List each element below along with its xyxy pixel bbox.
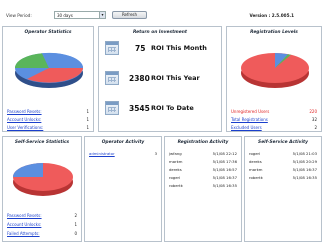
operator-statistics-panel: Operator Statistics Password Resets: 1 A… (2, 26, 94, 132)
self-service-stat-row[interactable]: Password Resets: 2 (7, 213, 77, 219)
self-service-stat-label[interactable]: Failed Attempts: (7, 231, 40, 236)
operator-stat-label[interactable]: Password Resets: (7, 109, 42, 114)
self-service-activity-row: markm 5/1/08 16:37 (249, 167, 317, 173)
roi-value: 75 (135, 44, 146, 53)
self-service-activity-row: robertk 5/1/08 16:35 (249, 175, 317, 181)
self-service-activity-time: 5/1/08 16:35 (292, 175, 317, 180)
self-service-activity-time: 5/1/08 20:29 (292, 159, 317, 164)
registration-activity-title: Registration Activity (177, 140, 229, 145)
operator-stat-row[interactable]: Password Resets: 1 (7, 109, 89, 115)
self-service-statistics-title: Self-Service Statistics (14, 140, 70, 145)
pie-slice-blue (13, 163, 43, 177)
registration-level-row[interactable]: Total Registrations 32 (231, 117, 317, 123)
roi-panel: Return on Investment 75 ROI This Month 2… (98, 26, 222, 132)
roi-row: 75 ROI This Month (105, 41, 223, 57)
registration-activity-time: 5/1/08 22:12 (212, 151, 237, 156)
registration-level-label[interactable]: Excluded Users (231, 125, 262, 130)
self-service-activity-title: Self-Service Activity (258, 140, 308, 145)
registration-activity-row: dereks 5/1/08 16:57 (169, 167, 237, 173)
registration-level-row[interactable]: Excluded Users 2 (231, 125, 317, 131)
chevron-down-icon[interactable]: ▾ (99, 12, 105, 18)
calendar-icon (105, 41, 119, 55)
view-period-select[interactable]: 30 days ▾ (54, 11, 106, 19)
roi-row: 3545 ROI To Date (105, 101, 223, 117)
roi-label: ROI To Date (151, 104, 194, 112)
self-service-activity-user: dereks (249, 159, 262, 164)
registration-activity-time: 5/1/08 16:37 (212, 175, 237, 180)
operator-activity-value: 3 (154, 151, 157, 156)
view-period-label: View Period: (6, 13, 32, 18)
self-service-statistics-panel: Self-Service Statistics Password Resets:… (2, 136, 82, 242)
roi-title: Return on Investment (133, 30, 187, 35)
registration-activity-user: markm (169, 159, 183, 164)
operator-activity-panel: Operator Activity administrator 3 (84, 136, 162, 242)
self-service-activity-time: 5/1/08 16:37 (292, 167, 317, 172)
registration-activity-user: robertk (169, 183, 183, 188)
operator-statistics-pie (14, 52, 84, 88)
registration-activity-user: rogerl (169, 175, 181, 180)
registration-activity-row: robertk 5/1/08 16:35 (169, 183, 237, 189)
view-period-value: 30 days (57, 13, 73, 18)
operator-stat-value: 1 (86, 125, 89, 130)
calendar-icon (105, 101, 119, 115)
self-service-activity-row: dereks 5/1/08 20:29 (249, 159, 317, 165)
operator-activity-user[interactable]: administrator (89, 151, 115, 156)
registration-level-value: 2 (314, 125, 317, 130)
self-service-stat-label[interactable]: Account Unlocks: (7, 222, 41, 227)
operator-stat-label[interactable]: User Verifications: (7, 125, 43, 130)
registration-levels-pie (241, 53, 309, 88)
operator-activity-row[interactable]: administrator 3 (89, 151, 157, 157)
operator-statistics-title: Operator Statistics (24, 30, 72, 35)
registration-activity-time: 5/1/08 17:36 (212, 159, 237, 164)
operator-stat-value: 1 (86, 117, 89, 122)
registration-levels-title: Registration Levels (250, 30, 298, 35)
self-service-activity-row: rogerl 5/1/08 21:03 (249, 151, 317, 157)
operator-stat-value: 1 (86, 109, 89, 114)
registration-level-label[interactable]: Total Registrations (231, 117, 268, 122)
registration-activity-user: jwfang (169, 151, 182, 156)
registration-level-label[interactable]: Unregistered Users (231, 109, 269, 114)
self-service-stat-row[interactable]: Failed Attempts: 0 (7, 231, 77, 237)
operator-stat-row[interactable]: User Verifications: 1 (7, 125, 89, 131)
operator-stat-label[interactable]: Account Unlocks: (7, 117, 41, 122)
registration-activity-row: jwfang 5/1/08 22:12 (169, 151, 237, 157)
registration-activity-panel: Registration Activity jwfang 5/1/08 22:1… (164, 136, 242, 242)
self-service-activity-user: rogerl (249, 151, 261, 156)
self-service-stat-value: 1 (74, 222, 77, 227)
self-service-statistics-pie (13, 163, 73, 196)
registration-activity-row: markm 5/1/08 17:36 (169, 159, 237, 165)
self-service-stat-value: 2 (74, 213, 77, 218)
self-service-stat-value: 0 (74, 231, 77, 236)
roi-value: 2380 (129, 74, 150, 83)
roi-value: 3545 (129, 104, 150, 113)
registration-activity-user: dereks (169, 167, 182, 172)
registration-activity-time: 5/1/08 16:57 (212, 167, 237, 172)
registration-levels-panel: Registration Levels Unregistered Users 2… (226, 26, 322, 132)
registration-level-row[interactable]: Unregistered Users 220 (231, 109, 317, 115)
registration-level-value: 220 (309, 109, 317, 114)
self-service-activity-user: robertk (249, 175, 263, 180)
version-label: Version : 2.5.005.1 (249, 13, 294, 18)
operator-stat-row[interactable]: Account Unlocks: 1 (7, 117, 89, 123)
roi-label: ROI This Year (151, 74, 200, 82)
operator-activity-title: Operator Activity (101, 140, 145, 145)
self-service-activity-time: 5/1/08 21:03 (292, 151, 317, 156)
self-service-stat-label[interactable]: Password Resets: (7, 213, 42, 218)
registration-activity-row: rogerl 5/1/08 16:37 (169, 175, 237, 181)
registration-activity-time: 5/1/08 16:35 (212, 183, 237, 188)
roi-row: 2380 ROI This Year (105, 71, 223, 87)
self-service-activity-user: markm (249, 167, 263, 172)
calendar-icon (105, 71, 119, 85)
self-service-activity-panel: Self-Service Activity rogerl 5/1/08 21:0… (244, 136, 322, 242)
self-service-stat-row[interactable]: Account Unlocks: 1 (7, 222, 77, 228)
refresh-button[interactable]: Refresh (112, 11, 147, 19)
registration-level-value: 32 (311, 117, 317, 122)
roi-label: ROI This Month (151, 44, 207, 52)
